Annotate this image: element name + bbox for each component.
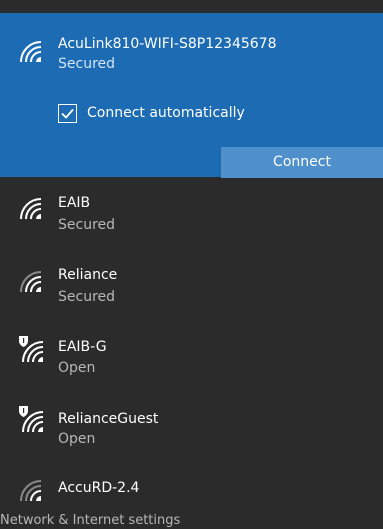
network-list-item[interactable]: RelianceGuest Open [0, 392, 383, 462]
network-ssid: RelianceGuest [58, 411, 159, 427]
network-ssid: EAIB [58, 195, 91, 211]
network-status: Secured [58, 56, 116, 72]
wifi-signal-icon [18, 39, 44, 65]
network-list-item[interactable]: EAIB Secured [0, 177, 383, 247]
connect-automatically-checkbox[interactable] [58, 104, 77, 123]
selected-network-panel[interactable]: AcuLink810-WIFI-S8P12345678 Secured Conn… [0, 13, 383, 178]
wifi-signal-icon [18, 478, 44, 504]
wifi-signal-icon [18, 269, 44, 295]
network-ssid: EAIB-G [58, 339, 107, 355]
network-status: Secured [58, 217, 116, 233]
wifi-open-shield-icon [18, 405, 44, 433]
network-status: Open [58, 360, 96, 376]
network-status: Secured [58, 289, 116, 305]
network-ssid: AcuLink810-WIFI-S8P12345678 [58, 36, 277, 52]
wifi-signal-icon [18, 196, 44, 222]
top-strip [0, 0, 383, 13]
network-list-item[interactable]: Reliance Secured [0, 250, 383, 320]
wifi-open-shield-icon [18, 335, 44, 363]
connect-button[interactable]: Connect [221, 147, 383, 178]
network-list-item[interactable]: EAIB-G Open [0, 321, 383, 391]
checkmark-icon [61, 108, 74, 119]
network-ssid: Reliance [58, 267, 118, 283]
connect-automatically-label[interactable]: Connect automatically [87, 104, 245, 123]
network-list-item[interactable]: AccuRD-2.4 [0, 463, 383, 509]
network-internet-settings-link[interactable]: Network & Internet settings [0, 512, 180, 529]
network-status: Open [58, 431, 96, 447]
network-ssid: AccuRD-2.4 [58, 480, 140, 496]
